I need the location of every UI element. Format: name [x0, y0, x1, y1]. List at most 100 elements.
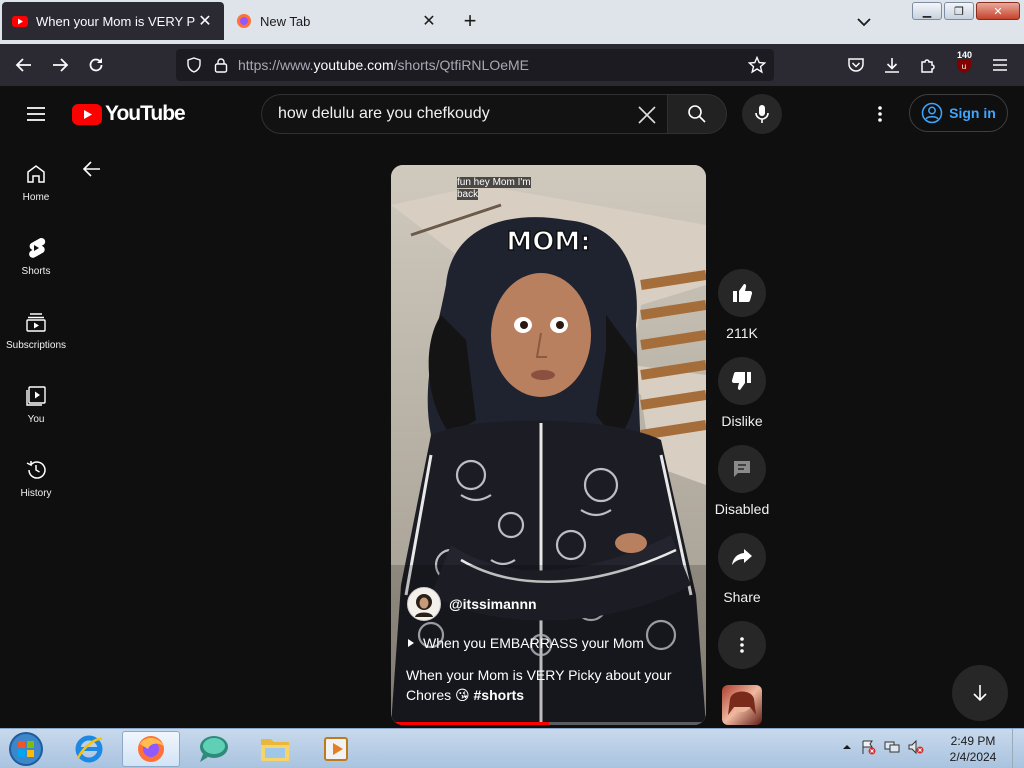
dislike-circle: [718, 357, 766, 405]
dislike-button[interactable]: Dislike: [710, 357, 774, 429]
share-arrow-icon: [732, 549, 752, 565]
settings-more-button[interactable]: [868, 102, 892, 126]
network-icon[interactable]: [884, 739, 900, 755]
internet-explorer-icon: [75, 735, 103, 763]
sidebar-item-shorts[interactable]: Shorts: [0, 236, 72, 277]
like-circle: [718, 269, 766, 317]
sidebar-item-subscriptions[interactable]: Subscriptions: [0, 310, 72, 351]
app-menu-button[interactable]: [988, 53, 1012, 77]
extensions-button[interactable]: [916, 53, 940, 77]
reload-button[interactable]: [84, 53, 108, 77]
taskbar-firefox[interactable]: [122, 731, 180, 767]
shorts-video-player[interactable]: fun hey Mom I'm back MOM: @itssimannn Wh…: [391, 165, 706, 725]
list-all-tabs-chevron-icon[interactable]: [852, 12, 876, 32]
taskbar-clock[interactable]: 2:49 PM 2/4/2024: [938, 733, 1008, 765]
firefox-favicon-icon: [237, 14, 251, 28]
volume-muted-icon[interactable]: [908, 739, 924, 755]
clear-search-icon[interactable]: [635, 103, 659, 127]
share-button[interactable]: Share: [710, 533, 774, 605]
taskbar-internet-explorer[interactable]: [60, 731, 118, 767]
show-hidden-icons-chevron-icon[interactable]: [842, 742, 852, 752]
minimize-button[interactable]: ▁: [912, 2, 942, 20]
arrow-down-icon: [973, 685, 987, 702]
tab-youtube-short[interactable]: When your Mom is VERY Picky ✕: [2, 2, 224, 40]
tab-new-tab[interactable]: New Tab ✕: [226, 2, 448, 40]
sound-link[interactable]: When you EMBARRASS your Mom: [407, 635, 644, 651]
restore-button[interactable]: ❐: [944, 2, 974, 20]
you-library-icon: [26, 386, 46, 406]
reload-icon: [89, 58, 103, 72]
taskbar-media-player[interactable]: [308, 731, 366, 767]
taskbar-chat-app[interactable]: [184, 731, 242, 767]
share-label: Share: [723, 589, 761, 605]
sign-in-button[interactable]: Sign in: [909, 94, 1008, 132]
voice-search-button[interactable]: [742, 94, 782, 134]
bookmark-star-icon[interactable]: [748, 56, 766, 74]
channel-avatar[interactable]: [407, 587, 441, 621]
tab-close-icon[interactable]: ✕: [196, 11, 214, 31]
sidebar-item-label: Shorts: [21, 266, 51, 277]
channel-handle-link[interactable]: @itssimannn: [449, 596, 537, 612]
address-bar[interactable]: https://www.youtube.com/shorts/QtfiRNLOe…: [176, 49, 774, 81]
new-tab-button[interactable]: +: [458, 10, 482, 34]
microphone-icon: [755, 105, 769, 123]
home-icon: [27, 165, 45, 183]
pocket-button[interactable]: [844, 53, 868, 77]
sidebar-item-label: You: [27, 414, 45, 425]
more-actions-button[interactable]: [710, 621, 774, 677]
comments-button[interactable]: Disabled: [710, 445, 774, 517]
shorts-icon: [29, 237, 46, 258]
search-icon: [688, 105, 706, 123]
browser-tab-strip: When your Mom is VERY Picky ✕ New Tab ✕ …: [0, 0, 1024, 44]
taskbar-file-explorer[interactable]: [246, 731, 304, 767]
media-player-icon: [324, 737, 348, 761]
share-circle: [718, 533, 766, 581]
tab-title: When your Mom is VERY Picky: [36, 13, 196, 29]
sidebar-item-label: History: [20, 488, 52, 499]
url-text: https://www.youtube.com/shorts/QtfiRNLOe…: [238, 57, 530, 73]
sidebar-item-you[interactable]: You: [0, 384, 72, 425]
guide-menu-icon[interactable]: [24, 102, 48, 126]
sound-title: When you EMBARRASS your Mom: [423, 635, 644, 651]
sidebar-item-label: Subscriptions: [5, 340, 67, 351]
forward-button[interactable]: [48, 53, 72, 77]
youtube-logo[interactable]: YouTube: [72, 102, 186, 125]
avatar-silhouette-icon: [415, 594, 433, 617]
like-button[interactable]: 211K: [710, 269, 774, 341]
sidebar-item-history[interactable]: History: [0, 458, 72, 499]
next-short-button[interactable]: [952, 665, 1008, 721]
downloads-button[interactable]: [880, 53, 904, 77]
tracking-protection-shield-icon[interactable]: [186, 57, 202, 73]
vertical-dots-icon: [740, 637, 744, 653]
video-overlay-caption: fun hey Mom I'm back: [457, 177, 531, 200]
back-button[interactable]: [12, 53, 36, 77]
sidebar-item-label: Home: [22, 192, 50, 203]
action-center-flag-icon[interactable]: [860, 739, 876, 755]
like-count: 211K: [726, 325, 758, 341]
clock-date: 2/4/2024: [949, 750, 997, 764]
search-input[interactable]: how delulu are you chefkoudy: [261, 94, 667, 134]
youtube-favicon-icon: [12, 16, 28, 27]
youtube-masthead: YouTube how delulu are you chefkoudy Sig…: [0, 86, 1024, 142]
sound-thumbnail[interactable]: [722, 685, 762, 725]
comments-circle: [718, 445, 766, 493]
subscriptions-icon: [26, 313, 46, 332]
history-icon: [26, 461, 46, 479]
search-button[interactable]: [667, 94, 727, 134]
tab-close-icon[interactable]: ✕: [420, 11, 438, 31]
video-progress-bar[interactable]: [391, 722, 706, 725]
sign-in-label: Sign in: [949, 105, 996, 121]
short-title: When your Mom is VERY Picky about your C…: [406, 667, 672, 703]
windows-taskbar: 2:49 PM 2/4/2024: [0, 728, 1024, 768]
sidebar-item-home[interactable]: Home: [0, 162, 72, 203]
back-to-results-arrow-icon[interactable]: [80, 157, 104, 181]
show-desktop-button[interactable]: [1012, 729, 1024, 768]
lock-icon[interactable]: [214, 57, 228, 73]
close-window-button[interactable]: ✕: [976, 2, 1020, 20]
comment-disabled-icon: [734, 461, 750, 477]
hashtag-link[interactable]: #shorts: [474, 687, 525, 703]
vertical-dots-icon: [878, 106, 882, 122]
start-orb-icon[interactable]: [6, 730, 46, 768]
hamburger-menu-icon: [993, 59, 1007, 71]
window-controls: ▁ ❐ ✕: [912, 2, 1020, 20]
